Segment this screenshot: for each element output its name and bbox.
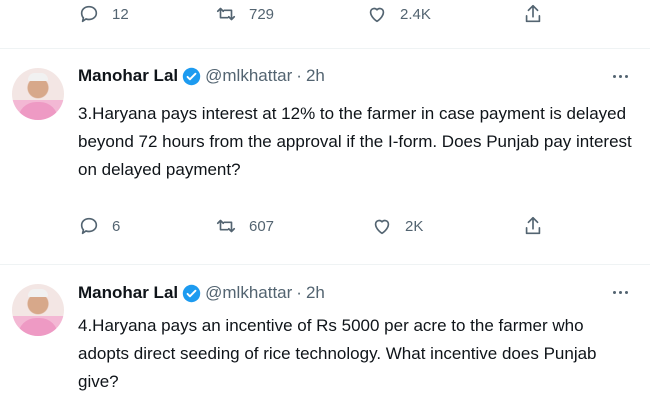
separator: · (296, 283, 302, 302)
share-icon (525, 4, 541, 23)
avatar[interactable] (12, 284, 64, 336)
like-count: 2K (405, 217, 424, 235)
timestamp[interactable]: 2h (306, 283, 325, 303)
tweet[interactable]: Manohar Lal @mlkhattar · 2h 3.Haryana pa… (0, 49, 650, 265)
separator: · (296, 66, 302, 85)
like-button[interactable]: 2K (371, 215, 423, 237)
like-count: 2.4K (400, 5, 431, 23)
more-icon[interactable] (613, 75, 628, 78)
author-name[interactable]: Manohar Lal (78, 66, 178, 86)
retweet-icon (216, 7, 236, 21)
share-button[interactable] (522, 3, 544, 25)
top-action-bar: 12 729 2.4K (78, 0, 610, 28)
retweet-button[interactable]: 729 (215, 3, 274, 25)
tweet-header: Manohar Lal @mlkhattar · 2h (78, 66, 325, 86)
like-icon (369, 7, 385, 23)
like-button[interactable]: 2.4K (366, 3, 431, 25)
reply-count: 6 (112, 217, 121, 235)
tweet-header: Manohar Lal @mlkhattar · 2h (78, 283, 325, 303)
reply-button[interactable]: 12 (78, 3, 129, 25)
author-handle[interactable]: @mlkhattar (205, 283, 292, 303)
reply-button[interactable]: 6 (78, 215, 120, 237)
author-handle[interactable]: @mlkhattar (205, 66, 292, 86)
verified-badge-icon (182, 67, 201, 85)
like-icon (374, 219, 390, 235)
share-icon (525, 216, 541, 235)
tweet[interactable]: Manohar Lal @mlkhattar · 2h 4.Haryana pa… (0, 265, 650, 400)
author-name[interactable]: Manohar Lal (78, 283, 178, 303)
tweet-action-bar: 6 607 2K (78, 212, 610, 240)
tweet-text: 3.Haryana pays interest at 12% to the fa… (78, 104, 632, 179)
avatar[interactable] (12, 68, 64, 120)
share-button[interactable] (522, 215, 544, 237)
tweet-text: 4.Haryana pays an incentive of Rs 5000 p… (78, 316, 597, 391)
reply-count: 12 (112, 5, 129, 23)
retweet-count: 729 (249, 5, 275, 23)
verified-badge-icon (182, 284, 201, 302)
retweet-count: 607 (249, 217, 275, 235)
more-icon[interactable] (613, 291, 628, 294)
retweet-button[interactable]: 607 (215, 215, 274, 237)
timestamp[interactable]: 2h (306, 66, 325, 86)
reply-icon (80, 217, 98, 235)
reply-icon (80, 5, 98, 23)
retweet-icon (216, 219, 236, 233)
